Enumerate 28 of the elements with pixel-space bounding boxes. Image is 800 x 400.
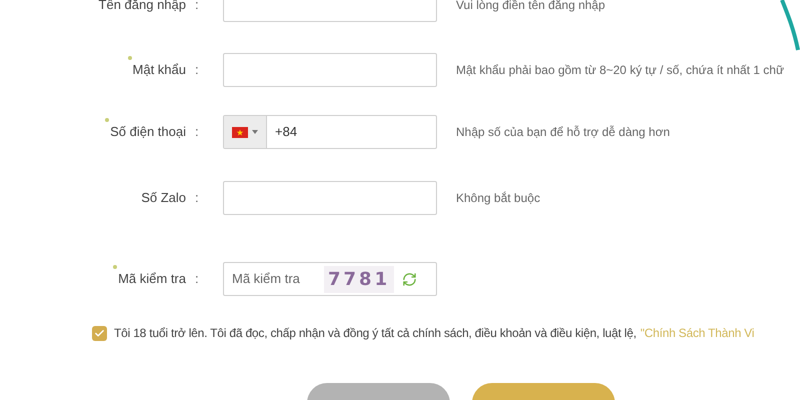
- refresh-icon[interactable]: [402, 272, 418, 286]
- label-colon: :: [194, 61, 200, 80]
- phone-input[interactable]: +84: [267, 116, 436, 148]
- label-colon: :: [194, 0, 200, 14]
- flag-icon: [232, 126, 248, 138]
- caret-icon: [252, 130, 258, 134]
- check-icon: [94, 328, 105, 338]
- captcha-input[interactable]: Mã kiểm tra: [224, 269, 320, 289]
- field-hint: Nhập số của bạn để hỗ trợ dễ dàng hơn: [456, 124, 670, 141]
- field-label: Số Zalo: [141, 189, 186, 208]
- country-selector[interactable]: [224, 116, 267, 148]
- label-colon: :: [194, 123, 200, 142]
- field-hint: Mật khẩu phải bao gồm từ 8~20 ký tự / số, chứa ít nhất 1 chữ: [456, 62, 784, 79]
- field-label: Mã kiểm tra: [118, 270, 186, 288]
- phone-field[interactable]: +84: [223, 115, 437, 149]
- password-field[interactable]: [223, 53, 437, 87]
- captcha-image: 7781: [324, 266, 394, 292]
- agreement-text: Tôi 18 tuổi trở lên. Tôi đã đọc, chấp nhận và đồng ý tất cả chính sách, điều khoản và điều kiện, luật lệ,: [114, 325, 636, 342]
- input-field[interactable]: [223, 181, 437, 215]
- agree-checkbox[interactable]: [92, 326, 107, 340]
- field-hint: Không bắt buộc: [456, 190, 540, 207]
- label-colon: :: [194, 270, 200, 288]
- label-colon: :: [194, 189, 200, 208]
- field-label: Số điện thoại: [110, 123, 186, 142]
- field-hint: Vui lòng điền tên đăng nhập: [456, 0, 606, 14]
- captcha-field[interactable]: Mã kiểm tra 7781: [223, 262, 437, 296]
- field-label: Mật khẩu: [132, 61, 186, 80]
- field-label: Tên đăng nhập: [98, 0, 186, 14]
